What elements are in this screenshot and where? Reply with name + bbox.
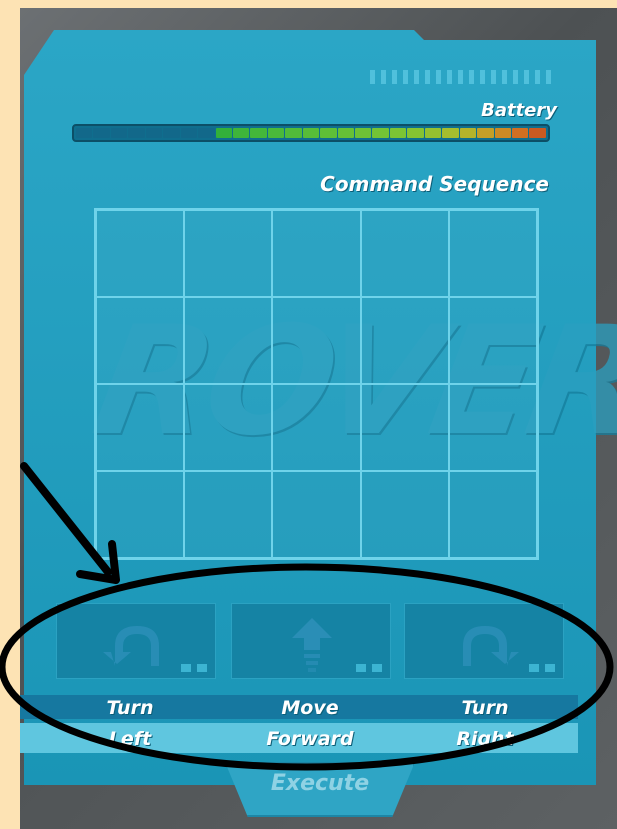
battery-cell xyxy=(337,128,354,138)
sequence-slot[interactable] xyxy=(96,297,185,384)
sequence-slot[interactable] xyxy=(448,210,537,297)
sequence-slot[interactable] xyxy=(184,384,273,471)
battery-cell xyxy=(250,128,267,138)
battery-cell xyxy=(302,128,320,138)
sequence-slot[interactable] xyxy=(448,384,537,471)
battery-cell xyxy=(215,128,232,138)
battery-cell xyxy=(389,128,407,138)
battery-cell xyxy=(320,128,337,138)
battery-cell xyxy=(477,128,494,138)
battery-cell xyxy=(459,128,477,138)
sequence-slot[interactable] xyxy=(96,384,185,471)
background-cream-top xyxy=(0,0,617,8)
battery-cell xyxy=(285,128,302,138)
sequence-slot[interactable] xyxy=(360,471,449,558)
decorative-tickmarks xyxy=(370,70,555,84)
sequence-slot[interactable] xyxy=(360,210,449,297)
sequence-slot[interactable] xyxy=(184,297,273,384)
sequence-slot[interactable] xyxy=(360,384,449,471)
battery-cell xyxy=(93,128,110,138)
battery-cell xyxy=(372,128,389,138)
battery-cell xyxy=(424,128,442,138)
battery-cell xyxy=(110,128,128,138)
sequence-slot[interactable] xyxy=(272,471,361,558)
battery-cell xyxy=(494,128,511,138)
battery-cell xyxy=(180,128,198,138)
command-sequence-label: Command Sequence xyxy=(320,172,549,196)
sequence-slot[interactable] xyxy=(272,384,361,471)
sequence-slot[interactable] xyxy=(272,297,361,384)
annotation-ellipse xyxy=(0,563,614,771)
sequence-slot[interactable] xyxy=(448,471,537,558)
battery-cell xyxy=(163,128,180,138)
battery-cell xyxy=(76,128,93,138)
battery-cell xyxy=(407,128,424,138)
battery-cell xyxy=(442,128,459,138)
sequence-slot[interactable] xyxy=(360,297,449,384)
sequence-slot[interactable] xyxy=(184,210,273,297)
battery-cell xyxy=(128,128,145,138)
battery-cell xyxy=(529,128,546,138)
battery-cell xyxy=(355,128,372,138)
sequence-slot[interactable] xyxy=(448,297,537,384)
battery-cell xyxy=(267,128,285,138)
battery-cell xyxy=(145,128,163,138)
battery-cell xyxy=(198,128,215,138)
sequence-slot[interactable] xyxy=(96,210,185,297)
command-sequence-grid xyxy=(94,208,539,560)
battery-cell xyxy=(511,128,529,138)
battery-label: Battery xyxy=(481,100,557,121)
sequence-slot[interactable] xyxy=(272,210,361,297)
battery-cell xyxy=(232,128,250,138)
battery-meter xyxy=(72,124,550,142)
sequence-slot[interactable] xyxy=(184,471,273,558)
